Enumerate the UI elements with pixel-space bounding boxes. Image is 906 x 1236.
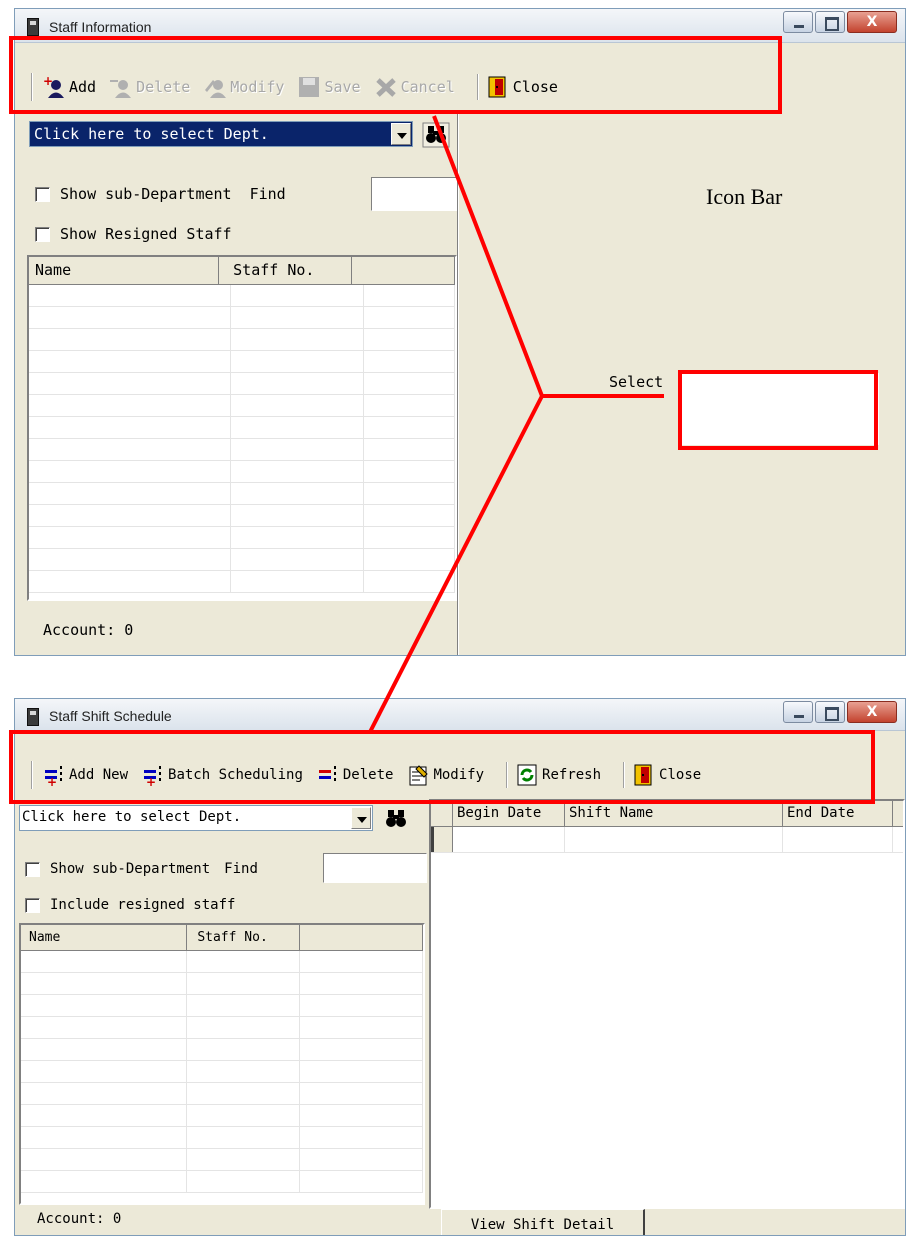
annotation-lines [368,115,664,733]
select-highlight-box [678,370,878,450]
icon-bar-highlight-top [9,36,782,114]
icon-bar-highlight-bottom [9,730,875,804]
